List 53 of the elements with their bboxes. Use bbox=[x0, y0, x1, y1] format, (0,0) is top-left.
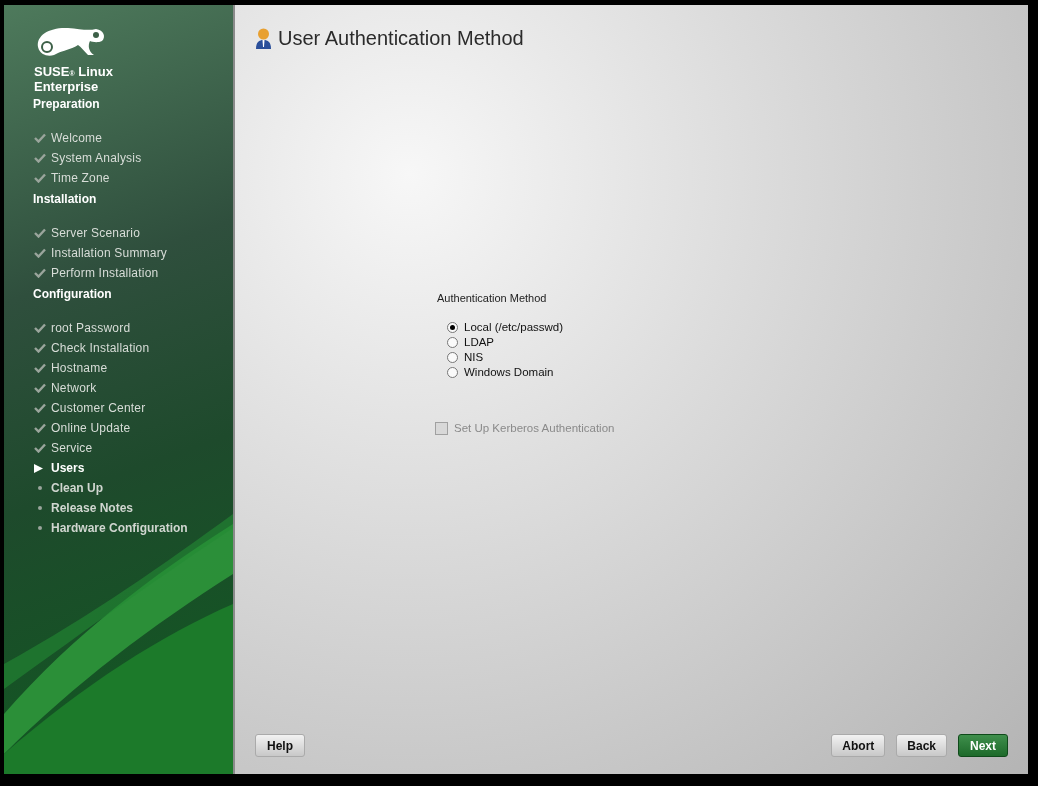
logo-text-bottom: Enterprise bbox=[34, 80, 100, 93]
wizard-button[interactable]: Next bbox=[958, 734, 1008, 757]
step-item: Release Notes bbox=[51, 500, 134, 517]
wizard-button[interactable]: Back bbox=[896, 734, 947, 757]
step-item: Online Update bbox=[51, 420, 131, 437]
check-icon bbox=[34, 133, 46, 143]
step-item: root Password bbox=[51, 320, 131, 337]
check-icon bbox=[34, 153, 46, 163]
step-item: Users bbox=[51, 460, 85, 477]
radio-button[interactable] bbox=[447, 351, 458, 363]
step-item: Network bbox=[51, 380, 97, 397]
radio-button[interactable] bbox=[447, 366, 458, 378]
wizard-button[interactable]: Help bbox=[255, 734, 305, 757]
check-icon bbox=[34, 443, 46, 453]
step-item: Hardware Configuration bbox=[51, 520, 188, 537]
check-icon bbox=[34, 383, 46, 393]
check-icon bbox=[34, 403, 46, 413]
radio-option[interactable]: Windows Domain bbox=[447, 364, 1028, 380]
step-item: System Analysis bbox=[51, 150, 142, 167]
radio-option[interactable]: LDAP bbox=[447, 334, 1028, 350]
user-icon bbox=[255, 27, 272, 49]
check-icon bbox=[34, 423, 46, 433]
step-item: Service bbox=[51, 440, 93, 457]
step-item: Server Scenario bbox=[51, 225, 141, 242]
section-title: Installation bbox=[33, 191, 98, 208]
check-icon bbox=[34, 173, 46, 183]
triangle-icon bbox=[34, 463, 43, 473]
radio-option[interactable]: NIS bbox=[447, 349, 1028, 365]
section-title: Configuration bbox=[33, 286, 113, 303]
step-item: Hostname bbox=[51, 360, 108, 377]
step-item: Installation Summary bbox=[51, 245, 168, 262]
bullet-icon bbox=[38, 526, 42, 530]
step-item: Perform Installation bbox=[51, 265, 159, 282]
step-item: Clean Up bbox=[51, 480, 103, 497]
check-icon bbox=[34, 343, 46, 353]
check-icon bbox=[34, 268, 46, 278]
group-label: Authentication Method bbox=[437, 291, 548, 307]
step-item: Customer Center bbox=[51, 400, 146, 417]
check-icon bbox=[34, 228, 46, 238]
radio-option[interactable]: Local (/etc/passwd) bbox=[447, 319, 1028, 335]
check-icon bbox=[34, 363, 46, 373]
step-item: Welcome bbox=[51, 130, 103, 147]
page-title: User Authentication Method bbox=[278, 26, 524, 51]
wizard-button[interactable]: Abort bbox=[831, 734, 886, 757]
radio-button[interactable] bbox=[447, 336, 458, 348]
bullet-icon bbox=[38, 506, 42, 510]
radio-button[interactable] bbox=[447, 321, 458, 333]
bullet-icon bbox=[38, 486, 42, 490]
check-icon bbox=[34, 248, 46, 258]
step-item: Time Zone bbox=[51, 170, 110, 187]
step-item: Check Installation bbox=[51, 340, 150, 357]
check-icon bbox=[34, 323, 46, 333]
section-title: Preparation bbox=[33, 96, 101, 113]
